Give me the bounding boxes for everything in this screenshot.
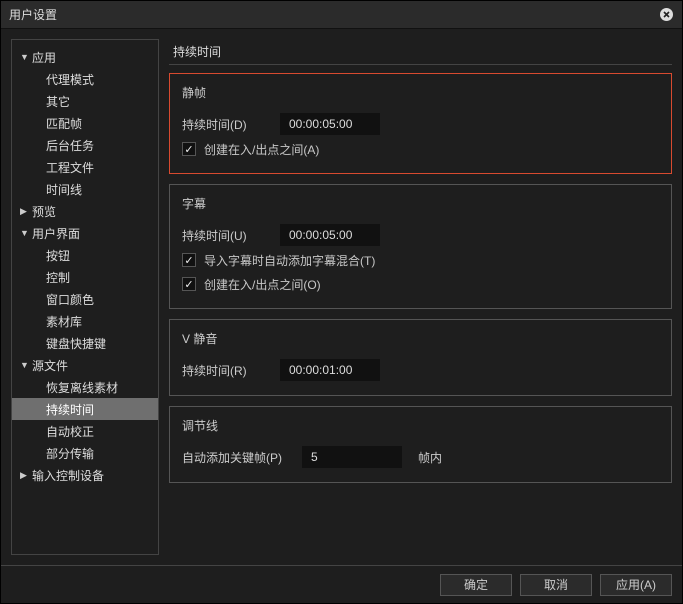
tree-label: 用户界面 <box>32 225 80 242</box>
tree-label: 持续时间 <box>46 401 94 418</box>
tree-node-restore-offline[interactable]: 恢复离线素材 <box>12 376 158 398</box>
group-title: V 静音 <box>182 330 659 347</box>
row-auto-keyframe: 自动添加关键帧(P) 5 帧内 <box>182 444 659 470</box>
tree-label: 预览 <box>32 203 56 220</box>
tree-node-match-frame[interactable]: 匹配帧 <box>12 112 158 134</box>
tree-node-control[interactable]: 控制 <box>12 266 158 288</box>
tree-label: 恢复离线素材 <box>46 379 118 396</box>
chevron-right-icon: ▶ <box>20 206 32 217</box>
content-panel: 持续时间 静帧 持续时间(D) 00:00:05:00 ✓ 创建在入/出点之间(… <box>169 39 672 555</box>
still-duration-input[interactable]: 00:00:05:00 <box>280 113 380 135</box>
tree-label: 部分传输 <box>46 445 94 462</box>
tree-label: 后台任务 <box>46 137 94 154</box>
sidebar-tree[interactable]: ▼ 应用 代理模式 其它 匹配帧 后台任务 工程文件 时间线 ▶ 预览 ▼ 用户… <box>11 39 159 555</box>
tree-node-input-device[interactable]: ▶ 输入控制设备 <box>12 464 158 486</box>
row-subtitle-duration: 持续时间(U) 00:00:05:00 <box>182 222 659 248</box>
group-vmute: V 静音 持续时间(R) 00:00:01:00 <box>169 319 672 396</box>
suffix-label: 帧内 <box>418 449 442 466</box>
tree-label: 输入控制设备 <box>32 467 104 484</box>
ok-button[interactable]: 确定 <box>440 574 512 596</box>
button-label: 确定 <box>464 576 488 593</box>
close-icon <box>659 7 674 22</box>
still-inout-checkbox[interactable]: ✓ 创建在入/出点之间(A) <box>182 137 659 161</box>
tree-node-window-color[interactable]: 窗口颜色 <box>12 288 158 310</box>
user-settings-dialog: 用户设置 ▼ 应用 代理模式 其它 匹配帧 后台任务 工程文件 时间线 ▶ 预览 <box>0 0 683 604</box>
check-icon: ✓ <box>182 142 196 156</box>
tree-label: 窗口颜色 <box>46 291 94 308</box>
tree-label: 源文件 <box>32 357 68 374</box>
tree-node-proxy-mode[interactable]: 代理模式 <box>12 68 158 90</box>
tree-node-buttons[interactable]: 按钮 <box>12 244 158 266</box>
dialog-title: 用户设置 <box>9 6 57 23</box>
auto-keyframe-input[interactable]: 5 <box>302 446 402 468</box>
tree-node-background-tasks[interactable]: 后台任务 <box>12 134 158 156</box>
tree-label: 时间线 <box>46 181 82 198</box>
group-still-frame: 静帧 持续时间(D) 00:00:05:00 ✓ 创建在入/出点之间(A) <box>169 73 672 174</box>
apply-button[interactable]: 应用(A) <box>600 574 672 596</box>
chevron-down-icon: ▼ <box>20 228 32 238</box>
tree-label: 自动校正 <box>46 423 94 440</box>
checkbox-label: 导入字幕时自动添加字幕混合(T) <box>204 252 375 269</box>
vmute-duration-input[interactable]: 00:00:01:00 <box>280 359 380 381</box>
content-heading: 持续时间 <box>173 43 221 60</box>
tree-node-library[interactable]: 素材库 <box>12 310 158 332</box>
tree-label: 代理模式 <box>46 71 94 88</box>
tree-node-shortcuts[interactable]: 键盘快捷键 <box>12 332 158 354</box>
subtitle-duration-input[interactable]: 00:00:05:00 <box>280 224 380 246</box>
tree-node-source[interactable]: ▼ 源文件 <box>12 354 158 376</box>
checkbox-label: 创建在入/出点之间(A) <box>204 141 319 158</box>
group-title: 调节线 <box>182 417 659 434</box>
checkbox-label: 创建在入/出点之间(O) <box>204 276 321 293</box>
input-value: 00:00:05:00 <box>289 117 352 131</box>
content-body: 静帧 持续时间(D) 00:00:05:00 ✓ 创建在入/出点之间(A) 字幕… <box>169 65 672 555</box>
group-title: 静帧 <box>182 84 659 101</box>
tree-label: 其它 <box>46 93 70 110</box>
duration-label: 持续时间(R) <box>182 362 270 379</box>
tree-node-project-files[interactable]: 工程文件 <box>12 156 158 178</box>
row-still-duration: 持续时间(D) 00:00:05:00 <box>182 111 659 137</box>
tree-label: 控制 <box>46 269 70 286</box>
input-value: 00:00:01:00 <box>289 363 352 377</box>
group-subtitle: 字幕 持续时间(U) 00:00:05:00 ✓ 导入字幕时自动添加字幕混合(T… <box>169 184 672 309</box>
dialog-body: ▼ 应用 代理模式 其它 匹配帧 后台任务 工程文件 时间线 ▶ 预览 ▼ 用户… <box>1 29 682 565</box>
tree-node-auto-correct[interactable]: 自动校正 <box>12 420 158 442</box>
tree-label: 键盘快捷键 <box>46 335 106 352</box>
dialog-footer: 确定 取消 应用(A) <box>1 565 682 603</box>
input-value: 00:00:05:00 <box>289 228 352 242</box>
chevron-down-icon: ▼ <box>20 360 32 370</box>
subtitle-inout-checkbox[interactable]: ✓ 创建在入/出点之间(O) <box>182 272 659 296</box>
subtitle-automix-checkbox[interactable]: ✓ 导入字幕时自动添加字幕混合(T) <box>182 248 659 272</box>
close-button[interactable] <box>658 7 674 23</box>
tree-node-other[interactable]: 其它 <box>12 90 158 112</box>
tree-node-duration[interactable]: 持续时间 <box>12 398 158 420</box>
button-label: 取消 <box>544 576 568 593</box>
button-label: 应用(A) <box>616 576 656 593</box>
chevron-right-icon: ▶ <box>20 470 32 481</box>
tree-label: 应用 <box>32 49 56 66</box>
tree-node-app[interactable]: ▼ 应用 <box>12 46 158 68</box>
input-value: 5 <box>311 450 318 464</box>
auto-keyframe-label: 自动添加关键帧(P) <box>182 449 292 466</box>
row-vmute-duration: 持续时间(R) 00:00:01:00 <box>182 357 659 383</box>
chevron-down-icon: ▼ <box>20 52 32 62</box>
tree-label: 工程文件 <box>46 159 94 176</box>
tree-node-ui[interactable]: ▼ 用户界面 <box>12 222 158 244</box>
tree-node-timeline[interactable]: 时间线 <box>12 178 158 200</box>
cancel-button[interactable]: 取消 <box>520 574 592 596</box>
tree-label: 素材库 <box>46 313 82 330</box>
tree-node-partial-transfer[interactable]: 部分传输 <box>12 442 158 464</box>
tree-label: 按钮 <box>46 247 70 264</box>
duration-label: 持续时间(U) <box>182 227 270 244</box>
group-adjust-line: 调节线 自动添加关键帧(P) 5 帧内 <box>169 406 672 483</box>
group-title: 字幕 <box>182 195 659 212</box>
duration-label: 持续时间(D) <box>182 116 270 133</box>
check-icon: ✓ <box>182 277 196 291</box>
tree-node-preview[interactable]: ▶ 预览 <box>12 200 158 222</box>
tree-label: 匹配帧 <box>46 115 82 132</box>
content-header: 持续时间 <box>169 39 672 65</box>
check-icon: ✓ <box>182 253 196 267</box>
titlebar: 用户设置 <box>1 1 682 29</box>
